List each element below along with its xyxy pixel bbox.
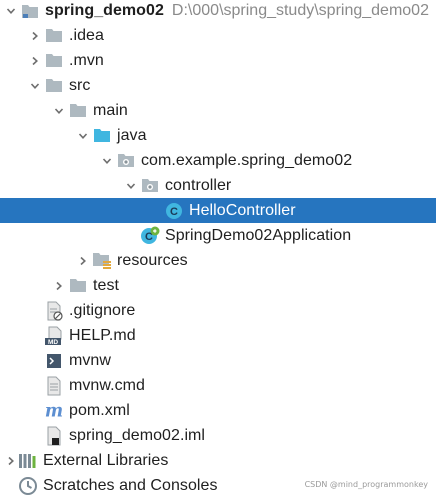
tree-label: resources [117, 252, 188, 269]
package-icon [116, 151, 136, 171]
tree-row-controller[interactable]: controller [0, 173, 436, 198]
tree-label: SpringDemo02Application [165, 227, 352, 244]
tree-row-mvnw-cmd[interactable]: mvnw.cmd [0, 373, 436, 398]
chevron-right-icon[interactable] [26, 23, 44, 48]
tree-label: src [69, 77, 91, 94]
folder-icon [68, 276, 88, 296]
project-path: D:\000\spring_study\spring_demo02 [171, 2, 429, 19]
tree-row-package[interactable]: com.example.spring_demo02 [0, 148, 436, 173]
scratches-icon [18, 476, 38, 496]
chevron-down-icon[interactable] [98, 148, 116, 173]
chevron-down-icon[interactable] [2, 0, 20, 23]
class-icon: C [164, 201, 184, 221]
tree-row-gitignore[interactable]: .gitignore [0, 298, 436, 323]
tree-label: test [93, 277, 119, 294]
package-icon [140, 176, 160, 196]
tree-label: pom.xml [69, 402, 130, 419]
iml-icon [44, 426, 64, 446]
watermark: CSDN @mind_programmonkey [304, 480, 428, 489]
tree-label: mvnw.cmd [69, 377, 145, 394]
tree-label: .gitignore [69, 302, 136, 319]
shell-script-icon [44, 351, 64, 371]
chevron-right-icon[interactable] [26, 48, 44, 73]
module-folder-icon [20, 1, 40, 21]
tree-row-iml[interactable]: spring_demo02.iml [0, 423, 436, 448]
tree-label: .mvn [69, 52, 104, 69]
tree-row-src[interactable]: src [0, 73, 436, 98]
tree-row-project-root[interactable]: spring_demo02 D:\000\spring_study\spring… [0, 0, 436, 23]
tree-label: HELP.md [69, 327, 136, 344]
resources-folder-icon [92, 251, 112, 271]
chevron-down-icon[interactable] [74, 123, 92, 148]
tree-row-external-libraries[interactable]: External Libraries [0, 448, 436, 473]
tree-row-application[interactable]: C SpringDemo02Application [0, 223, 436, 248]
chevron-down-icon[interactable] [26, 73, 44, 98]
tree-label: com.example.spring_demo02 [141, 152, 353, 169]
project-name: spring_demo02 [45, 2, 164, 19]
tree-label: java [117, 127, 147, 144]
spring-boot-app-icon: C [140, 226, 160, 246]
tree-row-idea[interactable]: .idea [0, 23, 436, 48]
tree-row-resources[interactable]: resources [0, 248, 436, 273]
svg-text:C: C [170, 206, 178, 218]
gitignore-file-icon [44, 301, 64, 321]
tree-row-pom-xml[interactable]: m pom.xml [0, 398, 436, 423]
markdown-icon: MD [44, 326, 64, 346]
tree-row-main[interactable]: main [0, 98, 436, 123]
tree-label: Scratches and Consoles [43, 477, 218, 494]
svg-text:m: m [45, 401, 63, 421]
tree-label: .idea [69, 27, 104, 44]
chevron-down-icon[interactable] [50, 98, 68, 123]
tree-label: main [93, 102, 128, 119]
tree-row-hello-controller[interactable]: C HelloController [0, 198, 436, 223]
chevron-right-icon[interactable] [50, 273, 68, 298]
tree-row-test[interactable]: test [0, 273, 436, 298]
tree-label: spring_demo02.iml [69, 427, 206, 444]
libraries-icon [18, 451, 38, 471]
tree-label: External Libraries [43, 452, 169, 469]
svg-text:MD: MD [48, 339, 58, 346]
folder-icon [44, 26, 64, 46]
folder-icon [44, 51, 64, 71]
tree-label: mvnw [69, 352, 111, 369]
chevron-right-icon[interactable] [74, 248, 92, 273]
tree-label: HelloController [189, 202, 296, 219]
tree-row-java[interactable]: java [0, 123, 436, 148]
tree-label: controller [165, 177, 232, 194]
file-icon [44, 376, 64, 396]
tree-row-mvn[interactable]: .mvn [0, 48, 436, 73]
folder-icon [68, 101, 88, 121]
tree-row-mvnw[interactable]: mvnw [0, 348, 436, 373]
source-root-icon [92, 126, 112, 146]
chevron-down-icon[interactable] [122, 173, 140, 198]
maven-icon: m [44, 401, 64, 421]
tree-row-help-md[interactable]: MD HELP.md [0, 323, 436, 348]
folder-icon [44, 76, 64, 96]
